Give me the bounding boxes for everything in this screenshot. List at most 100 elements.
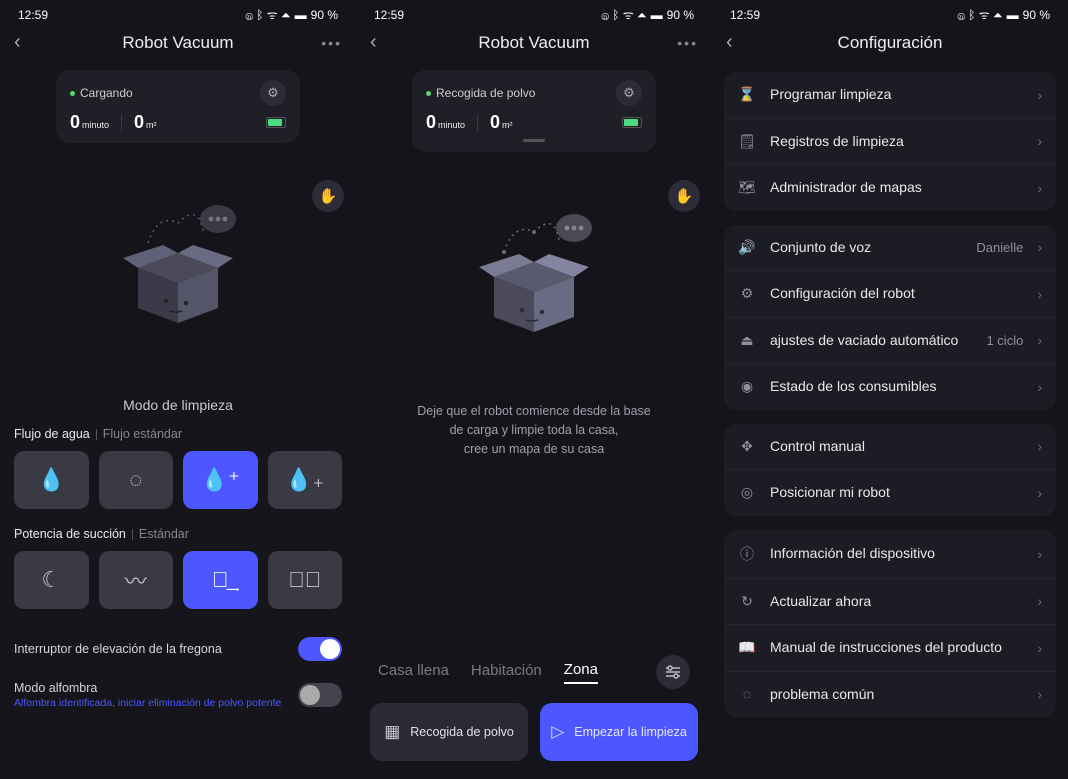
more-icon[interactable]: ••• — [318, 35, 342, 51]
empty-map-illustration — [0, 143, 356, 383]
water-option-high[interactable]: 💧₊ — [268, 451, 343, 509]
water-flow-label: Flujo de agua — [14, 427, 90, 441]
back-icon[interactable]: ‹ — [726, 31, 750, 54]
clean-settings-button[interactable] — [656, 655, 690, 689]
status-icons: ⓝ ᛒ ᯤ ⏶ ▬ 90 % — [246, 6, 338, 23]
chevron-right-icon: › — [1037, 180, 1042, 196]
dock-icon: ⚙ — [616, 80, 642, 106]
item-label: Registros de limpieza — [770, 133, 1023, 151]
carpet-mode-row: Modo alfombra Alfombra identificada, ini… — [14, 671, 342, 711]
water-flow-options: 💧 ◌ 💧⁺ 💧₊ — [14, 451, 342, 509]
dock-icon: ⚙ — [260, 80, 286, 106]
back-icon[interactable]: ‹ — [14, 31, 38, 54]
settings-item[interactable]: ✥ Control manual › — [724, 424, 1056, 471]
sheet-title: Modo de limpieza — [14, 397, 342, 413]
battery-icon — [266, 117, 286, 128]
battery-icon: ▬ — [295, 8, 307, 22]
item-label: Control manual — [770, 438, 1023, 456]
robot-status-card[interactable]: Recogida de polvo ⚙ 0minuto 0m² — [412, 70, 656, 152]
settings-item[interactable]: 📖Manual de instrucciones del producto› — [724, 625, 1056, 672]
settings-item[interactable]: 🗺 Administrador de mapas › — [724, 165, 1056, 211]
settings-item[interactable]: ◌problema común› — [724, 672, 1056, 718]
settings-item[interactable]: ⏏ ajustes de vaciado automático 1 ciclo › — [724, 318, 1056, 365]
item-value: 1 ciclo — [986, 333, 1023, 348]
back-icon[interactable]: ‹ — [370, 31, 394, 54]
settings-list[interactable]: ⌛Programar limpieza› 🗒 Registros de limpie… — [712, 62, 1068, 779]
chevron-right-icon: › — [1037, 485, 1042, 501]
item-value: Danielle — [976, 240, 1023, 255]
robot-status-text: Cargando — [80, 86, 133, 100]
item-icon: ⌛ — [738, 86, 756, 103]
mop-lift-toggle[interactable] — [298, 637, 342, 661]
item-label: Configuración del robot — [770, 285, 1023, 303]
status-bar: 12:59 ⓝ ᛒ ᯤ ⏶ ▬ 90 % — [0, 0, 356, 25]
water-option-standard[interactable]: 💧⁺ — [183, 451, 258, 509]
battery-icon: ▬ — [651, 8, 663, 22]
play-icon: ▷ — [551, 722, 564, 742]
settings-item[interactable]: ⓘInformación del dispositivo› — [724, 530, 1056, 579]
water-option-medium[interactable]: ◌ — [99, 451, 174, 509]
battery-icon — [622, 117, 642, 128]
item-icon: ◉ — [738, 378, 756, 395]
dust-collection-button[interactable]: ▦ Recogida de polvo — [370, 703, 528, 761]
suction-option-quiet[interactable]: ☾ — [14, 551, 89, 609]
item-label: Administrador de mapas — [770, 179, 1023, 197]
tab-full-house[interactable]: Casa llena — [378, 662, 449, 683]
settings-item[interactable]: 🗒Registros de limpieza› — [724, 119, 1056, 166]
settings-item[interactable]: ⚙Configuración del robot› — [724, 271, 1056, 318]
tab-zone[interactable]: Zona — [564, 661, 598, 684]
carpet-mode-label: Modo alfombra — [14, 681, 281, 695]
start-cleaning-button[interactable]: ▷ Empezar la limpieza — [540, 703, 698, 761]
title-bar: ‹ Robot Vacuum ••• — [0, 25, 356, 62]
item-icon: 🗒 — [738, 133, 756, 150]
suction-option-high[interactable]: 〰⃯ — [268, 551, 343, 609]
status-bar: 12:59 ⓝ ᛒ ᯤ ⏶ ▬ 90 % — [712, 0, 1068, 25]
onboarding-hint: Deje que el robot comience desde la base… — [356, 402, 712, 458]
settings-item[interactable]: 🔊Conjunto de vozDanielle› — [724, 225, 1056, 272]
item-icon: 📖 — [738, 639, 756, 656]
status-bar: 12:59 ⓝ ᛒ ᯤ ⏶ ▬ 90 % — [356, 0, 712, 25]
more-icon[interactable]: ••• — [674, 35, 698, 51]
robot-status-card[interactable]: Cargando ⚙ 0minuto 0m² — [56, 70, 300, 143]
item-label: problema común — [770, 686, 1023, 704]
item-label: Manual de instrucciones del producto — [770, 639, 1023, 657]
settings-item[interactable]: ↻Actualizar ahora› — [724, 579, 1056, 626]
item-label: Conjunto de voz — [770, 239, 962, 257]
settings-group: 🔊Conjunto de vozDanielle›⚙Configuración … — [724, 225, 1056, 410]
battery-icon: ▬ — [1007, 8, 1019, 22]
status-time: 12:59 — [18, 8, 48, 22]
settings-item[interactable]: ⌛Programar limpieza› — [724, 72, 1056, 119]
settings-item[interactable]: ◉Estado de los consumibles› — [724, 364, 1056, 410]
item-label: Posicionar mi robot — [770, 484, 1023, 502]
item-icon: 🗺 — [738, 179, 756, 196]
settings-group: ⌛Programar limpieza› 🗒 Registros de limpie… — [724, 72, 1056, 211]
suction-option-low[interactable]: 〰 — [99, 551, 174, 609]
status-time: 12:59 — [374, 8, 404, 22]
chevron-right-icon: › — [1037, 332, 1042, 348]
robot-status-text: Recogida de polvo — [436, 86, 535, 100]
item-icon: ↻ — [738, 593, 756, 610]
water-option-low[interactable]: 💧 — [14, 451, 89, 509]
mop-lift-row: Interruptor de elevación de la fregona — [14, 627, 342, 671]
chevron-right-icon: › — [1037, 546, 1042, 562]
chevron-right-icon: › — [1037, 239, 1042, 255]
item-icon: ⚙ — [738, 285, 756, 302]
item-label: Información del dispositivo — [770, 545, 1023, 563]
chevron-right-icon: › — [1037, 87, 1042, 103]
suction-options: ☾ 〰 〰͢ 〰⃯ — [14, 551, 342, 609]
carpet-mode-toggle[interactable] — [298, 683, 342, 707]
status-icons: ⓝ ᛒ ᯤ ⏶ ▬ 90 % — [602, 6, 694, 23]
chevron-right-icon: › — [1037, 593, 1042, 609]
suction-label: Potencia de succión — [14, 527, 126, 541]
chevron-right-icon: › — [1037, 438, 1042, 454]
chevron-right-icon: › — [1037, 379, 1042, 395]
item-icon: ⏏ — [738, 332, 756, 349]
tab-room[interactable]: Habitación — [471, 662, 542, 683]
suction-option-standard[interactable]: 〰͢ — [183, 551, 258, 609]
item-label: ajustes de vaciado automático — [770, 332, 972, 350]
settings-item[interactable]: ◎Posicionar mi robot› — [724, 470, 1056, 516]
item-icon: ✥ — [738, 438, 756, 455]
suction-value: Estándar — [139, 527, 189, 541]
settings-group: ⓘInformación del dispositivo›↻Actualizar… — [724, 530, 1056, 718]
status-time: 12:59 — [730, 8, 760, 22]
